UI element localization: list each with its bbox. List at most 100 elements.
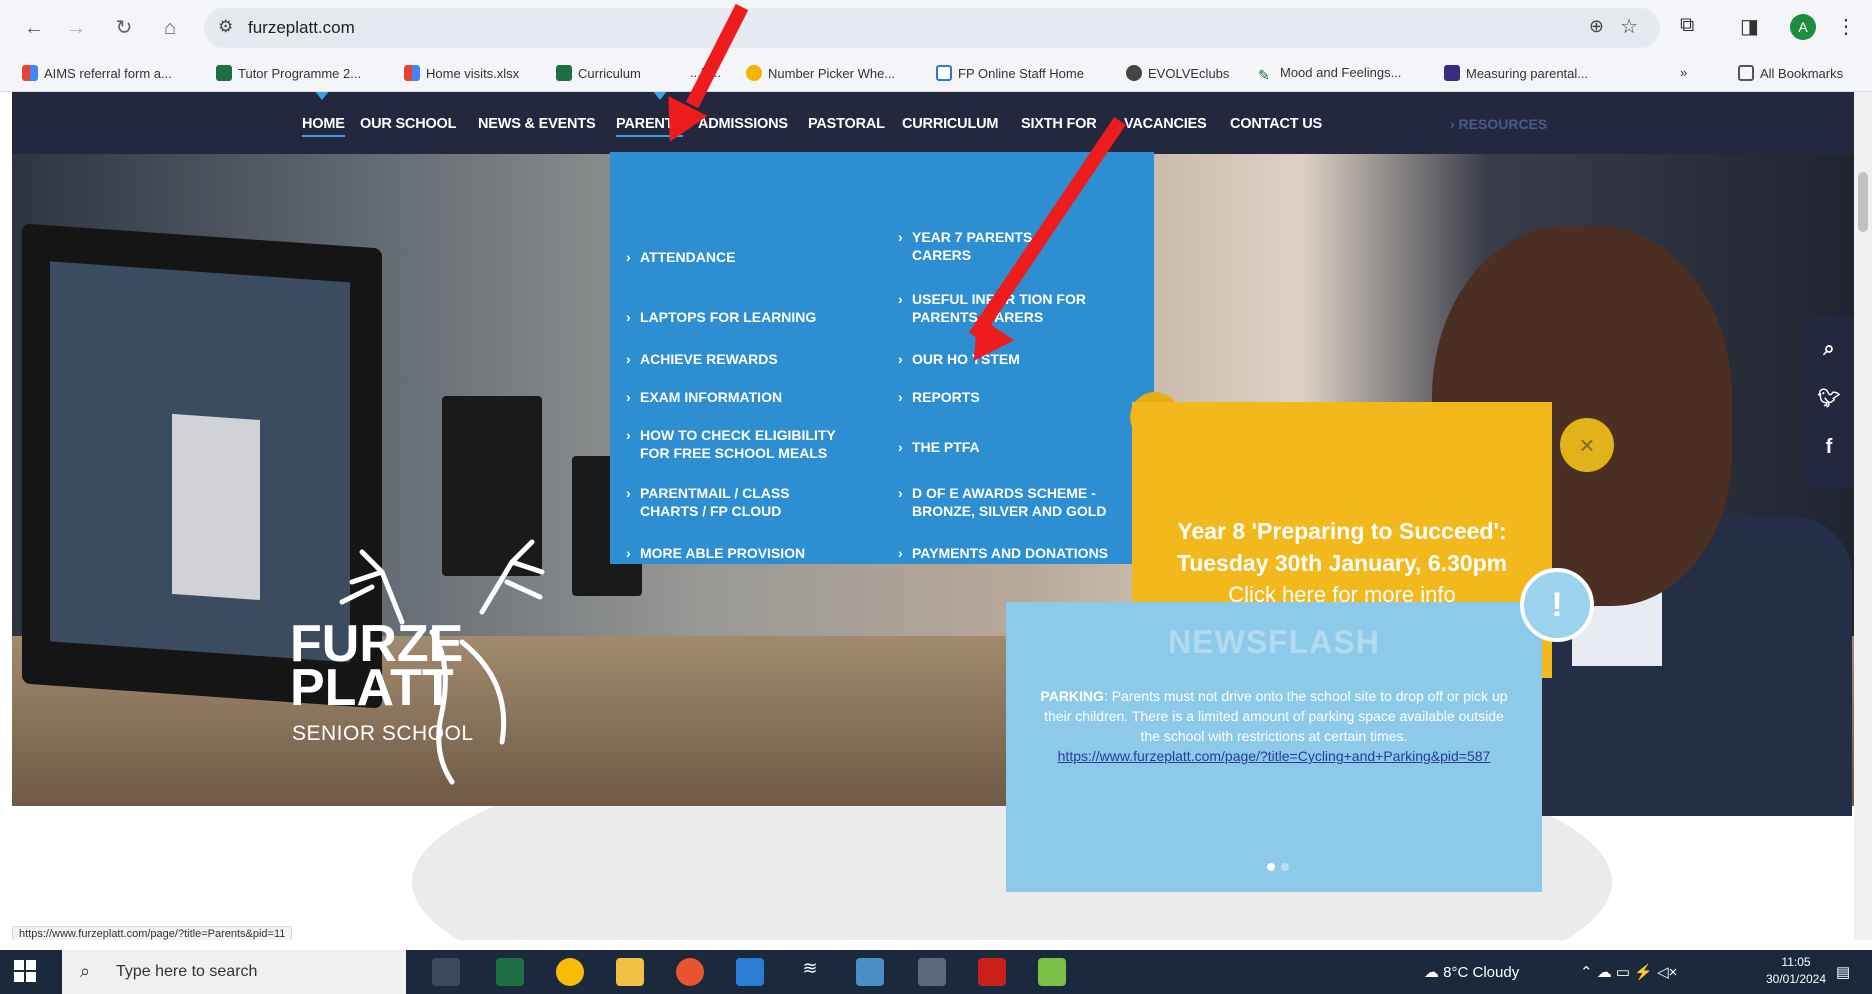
bookmark-item[interactable]: Home visits.xlsx xyxy=(404,65,519,81)
task-view-icon[interactable] xyxy=(432,958,460,986)
newsflash-title: NEWSFLASH xyxy=(1168,624,1380,660)
site-navbar: HOME OUR SCHOOL NEWS & EVENTS PARENTS AD… xyxy=(12,92,1854,154)
nav-contact-us[interactable]: CONTACT US xyxy=(1230,116,1322,132)
notifications-icon[interactable]: ▤ xyxy=(1836,963,1850,981)
apps-icon xyxy=(404,65,420,81)
back-icon[interactable]: ← xyxy=(20,14,48,42)
app-icon[interactable] xyxy=(676,958,704,986)
zoom-icon[interactable]: ⊕ xyxy=(1589,16,1604,37)
crest-word-platt: PLATT xyxy=(290,659,454,717)
menu-item-achieve-rewards[interactable]: › ACHIEVE REWARDS xyxy=(626,350,890,368)
nav-active-marker xyxy=(314,92,330,100)
folder-icon xyxy=(1738,65,1754,81)
forward-icon[interactable]: → xyxy=(62,14,90,42)
bookmark-item[interactable]: FP Online Staff Home xyxy=(936,65,1084,81)
nav-our-school[interactable]: OUR SCHOOL xyxy=(360,116,456,132)
menu-item-year7-parents[interactable]: › YEAR 7 PARENTS A CARERS xyxy=(898,228,1102,264)
address-bar[interactable]: ⚙ furzeplatt.com ⊕ ☆ xyxy=(204,8,1660,48)
home-icon[interactable]: ⌂ xyxy=(156,14,184,42)
school-crest[interactable]: FURZE PLATT SENIOR SCHOOL xyxy=(282,512,582,832)
webpage: FURZE PLATT SENIOR SCHOOL HOME OUR SCHOO… xyxy=(12,92,1854,940)
carousel-dot[interactable] xyxy=(1281,863,1289,871)
nav-vacancies[interactable]: VACANCIES xyxy=(1124,116,1207,132)
nav-pastoral[interactable]: PASTORAL xyxy=(808,116,885,132)
menu-icon[interactable]: ⋮ xyxy=(1836,14,1856,39)
file-explorer-icon[interactable] xyxy=(616,958,644,986)
taskbar-search-placeholder: Type here to search xyxy=(116,963,258,980)
survey-icon xyxy=(1444,65,1460,81)
sheet-icon xyxy=(556,65,572,81)
start-tile xyxy=(14,960,24,970)
browser-toolbar: ← → ↻ ⌂ ⚙ furzeplatt.com ⊕ ☆ ⧉ ◨ A ⋮ xyxy=(0,0,1872,56)
tray-icons[interactable]: ⌃ ☁ ▭ ⚡ ◁× xyxy=(1580,963,1677,981)
app-icon[interactable] xyxy=(918,958,946,986)
newsflash-text: : Parents must not drive onto the school… xyxy=(1044,688,1508,744)
menu-item-attendance[interactable]: › ATTENDANCE xyxy=(626,248,890,266)
bookmark-item[interactable]: Measuring parental... xyxy=(1444,65,1588,81)
nav-resources[interactable]: › RESOURCES xyxy=(1450,116,1547,132)
chevron-right-icon: › xyxy=(626,545,631,561)
chevron-right-icon: › xyxy=(626,309,631,325)
menu-item-more-able[interactable]: › MORE ABLE PROVISION xyxy=(626,544,890,562)
bookmark-item[interactable]: EVOLVEclubs xyxy=(1126,65,1229,81)
chrome-icon[interactable] xyxy=(556,958,584,986)
nav-admissions[interactable]: ADMISSIONS xyxy=(698,116,788,132)
menu-item-free-school-meals[interactable]: › HOW TO CHECK ELIGIBILITY FOR FREE SCHOO… xyxy=(626,426,850,462)
acrobat-icon[interactable] xyxy=(978,958,1006,986)
menu-item-house-system[interactable]: › OUR HO YSTEM xyxy=(898,350,1162,368)
menu-item-useful-information[interactable]: ›USEFUL INFOR TION FOR PARENTS A ARERS xyxy=(898,290,1142,326)
nav-sixth-form[interactable]: SIXTH FOR xyxy=(1021,116,1097,132)
bookmark-item[interactable]: AIMS referral form a... xyxy=(22,65,172,81)
windows-start-icon[interactable] xyxy=(14,960,38,984)
close-icon[interactable]: × xyxy=(1560,418,1614,472)
nav-news-events[interactable]: NEWS & EVENTS xyxy=(478,116,596,132)
wifi-app-icon[interactable]: ≋ xyxy=(796,958,824,986)
search-icon[interactable]: ⌕ xyxy=(1804,338,1854,361)
menu-item-laptops[interactable]: › LAPTOPS FOR LEARNING xyxy=(626,308,890,326)
all-bookmarks[interactable]: All Bookmarks xyxy=(1738,65,1843,81)
newsflash-link[interactable]: https://www.furzeplatt.com/page/?title=C… xyxy=(1058,748,1491,764)
start-tile xyxy=(14,972,24,982)
clock[interactable]: 11:05 30/01/2024 xyxy=(1764,954,1828,988)
menu-item-exam-information[interactable]: › EXAM INFORMATION xyxy=(626,388,890,406)
bookmarks-bar: AIMS referral form a... Tutor Programme … xyxy=(0,56,1872,92)
excel-icon[interactable] xyxy=(496,958,524,986)
menu-item-parentmail[interactable]: › PARENTMAIL / CLASS CHARTS / FP CLOUD xyxy=(626,484,830,520)
chrome-active-icon[interactable] xyxy=(856,958,884,986)
outlook-icon[interactable] xyxy=(736,958,764,986)
taskbar-search[interactable]: ⌕ Type here to search xyxy=(62,950,406,994)
side-panel-icon[interactable]: ◨ xyxy=(1740,14,1759,39)
bookmark-item[interactable]: Curriculum xyxy=(556,65,641,81)
page-scrollbar[interactable] xyxy=(1854,92,1872,940)
globe-icon xyxy=(1126,65,1142,81)
chevron-right-icon: › xyxy=(898,485,903,501)
bookmark-item[interactable]: Tutor Programme 2... xyxy=(216,65,361,81)
start-tile xyxy=(26,972,36,982)
weather-widget[interactable]: ☁ 8°C Cloudy xyxy=(1424,963,1519,981)
chevron-right-icon: › xyxy=(898,545,903,561)
search-icon: ⌕ xyxy=(80,961,91,981)
reload-icon[interactable]: ↻ xyxy=(110,14,138,42)
scrollbar-thumb[interactable] xyxy=(1858,172,1868,232)
site-settings-icon[interactable]: ⚙ xyxy=(218,17,233,37)
menu-item-ptfa[interactable]: › THE PTFA xyxy=(898,438,1162,456)
profile-avatar[interactable]: A xyxy=(1790,14,1816,40)
nav-curriculum[interactable]: CURRICULUM xyxy=(902,116,998,132)
bookmark-star-icon[interactable]: ☆ xyxy=(1620,14,1638,39)
twitter-icon[interactable]: 🐦︎ xyxy=(1804,388,1854,409)
carousel-dot[interactable] xyxy=(1267,863,1275,871)
bookmarks-more[interactable]: » xyxy=(1680,65,1687,80)
bookmark-item[interactable]: ✎ Mood and Feelings... xyxy=(1258,65,1401,83)
bookmark-item[interactable]: Number Picker Whe... xyxy=(746,65,895,81)
publisher-icon[interactable] xyxy=(1038,958,1066,986)
chevron-right-icon: › xyxy=(898,439,903,455)
monitor-document xyxy=(172,413,260,601)
menu-item-payments[interactable]: › PAYMENTS AND DONATIONS xyxy=(898,544,1162,562)
menu-item-reports[interactable]: › REPORTS xyxy=(898,388,1162,406)
cloud-icon: ☁ xyxy=(1424,964,1444,981)
nav-home[interactable]: HOME xyxy=(302,116,345,137)
facebook-icon[interactable]: f xyxy=(1804,436,1854,459)
menu-item-dofe[interactable]: › D OF E AWARDS SCHEME - BRONZE, SILVER A… xyxy=(898,484,1142,520)
extensions-icon[interactable]: ⧉ xyxy=(1680,14,1694,37)
chevron-right-icon: › xyxy=(626,485,631,501)
